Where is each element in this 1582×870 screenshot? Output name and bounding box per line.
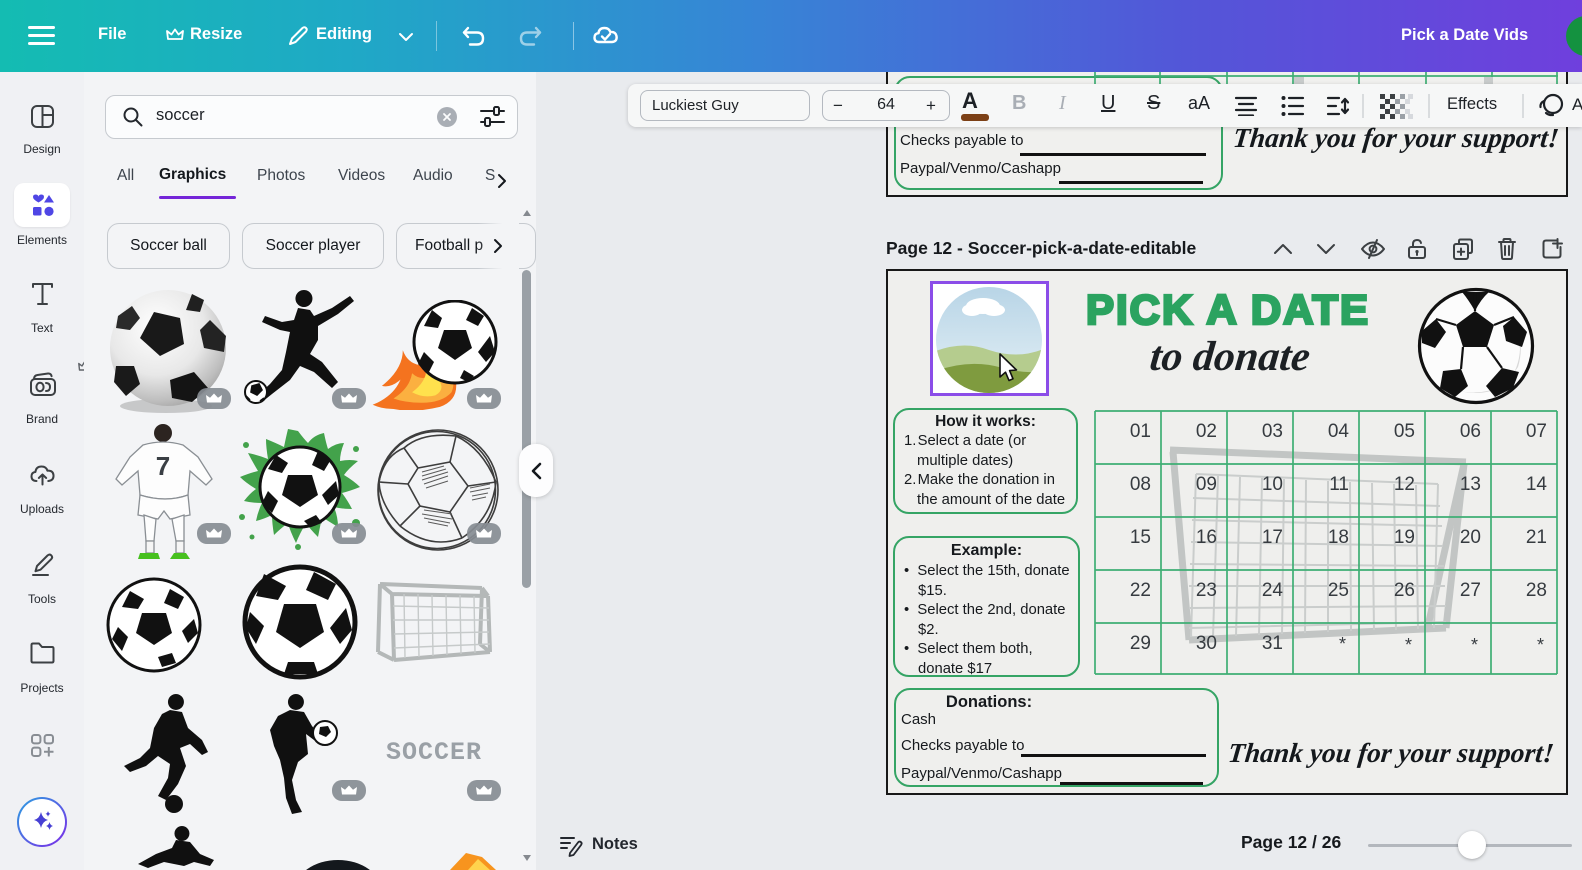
- svg-text:23: 23: [1196, 580, 1217, 601]
- svg-text:31: 31: [1262, 633, 1283, 654]
- svg-text:*: *: [1339, 634, 1346, 654]
- svg-text:20: 20: [1460, 527, 1481, 548]
- svg-text:10: 10: [1262, 474, 1283, 495]
- svg-text:07: 07: [1526, 421, 1547, 442]
- svg-text:*: *: [1405, 635, 1412, 655]
- svg-text:*: *: [1471, 635, 1478, 655]
- svg-text:04: 04: [1328, 421, 1350, 442]
- svg-text:13: 13: [1460, 474, 1481, 495]
- svg-text:29: 29: [1130, 633, 1151, 654]
- svg-text:19: 19: [1394, 527, 1415, 548]
- svg-text:26: 26: [1394, 580, 1415, 601]
- svg-text:08: 08: [1130, 474, 1151, 495]
- svg-text:11: 11: [1329, 474, 1349, 495]
- svg-text:25: 25: [1328, 580, 1349, 601]
- svg-text:24: 24: [1262, 580, 1284, 601]
- svg-text:02: 02: [1196, 421, 1217, 442]
- svg-text:7: 7: [156, 451, 170, 481]
- svg-text:22: 22: [1130, 580, 1151, 601]
- svg-text:09: 09: [1196, 474, 1217, 495]
- svg-text:18: 18: [1328, 527, 1349, 548]
- svg-text:12: 12: [1394, 474, 1415, 495]
- svg-text:21: 21: [1526, 527, 1547, 548]
- svg-text:30: 30: [1196, 633, 1217, 654]
- svg-text:05: 05: [1394, 421, 1415, 442]
- svg-text:14: 14: [1526, 474, 1548, 495]
- svg-text:01: 01: [1130, 421, 1151, 442]
- svg-text:27: 27: [1460, 580, 1481, 601]
- svg-text:06: 06: [1460, 421, 1481, 442]
- svg-text:16: 16: [1196, 527, 1217, 548]
- svg-text:28: 28: [1526, 580, 1547, 601]
- svg-text:15: 15: [1130, 527, 1151, 548]
- svg-text:*: *: [1537, 635, 1544, 655]
- svg-text:17: 17: [1262, 527, 1283, 548]
- svg-text:03: 03: [1262, 421, 1283, 442]
